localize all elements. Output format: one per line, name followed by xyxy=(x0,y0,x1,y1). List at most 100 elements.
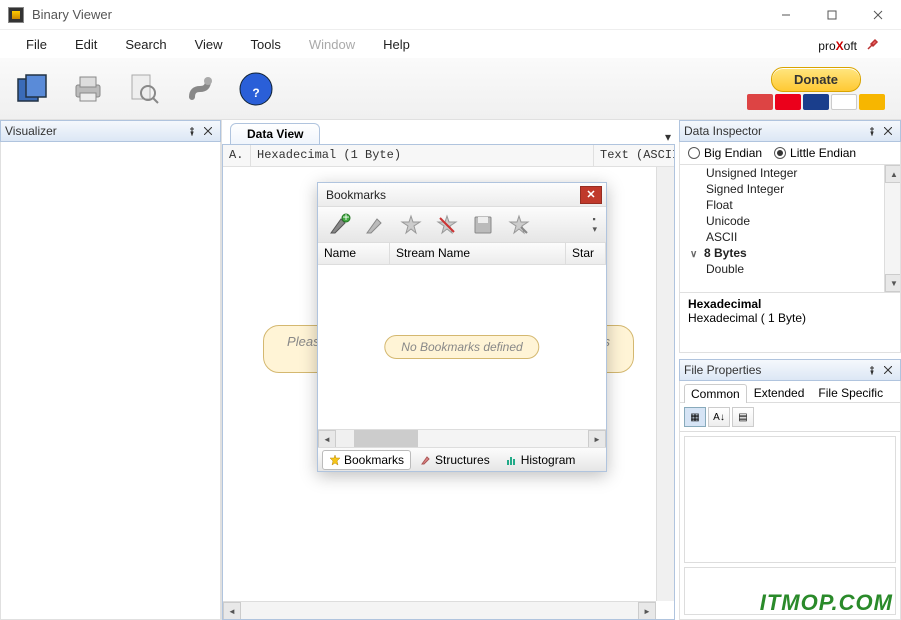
tab-extended[interactable]: Extended xyxy=(747,383,812,402)
col-text[interactable]: Text (ASCII xyxy=(594,145,674,166)
col-star[interactable]: Star xyxy=(566,243,606,264)
menu-file[interactable]: File xyxy=(12,33,61,56)
col-address[interactable]: A. xyxy=(223,145,251,166)
bookmarks-list[interactable]: No Bookmarks defined xyxy=(318,265,606,429)
pin-icon[interactable] xyxy=(184,123,200,139)
toolbar-right: Donate xyxy=(747,67,893,110)
bookmarks-toolbar: + ▪▾ xyxy=(318,207,606,243)
properties-button[interactable]: ▤ xyxy=(732,407,754,427)
goto-bookmark-button[interactable] xyxy=(394,210,428,240)
scroll-left-icon[interactable]: ◄ xyxy=(223,602,241,620)
menu-help[interactable]: Help xyxy=(369,33,424,56)
list-item[interactable]: Signed Integer xyxy=(680,181,900,197)
bookmarks-panel[interactable]: Bookmarks ✕ + ▪▾ Name Stream Name Star N… xyxy=(317,182,607,472)
bookmarks-bottom-tabs: Bookmarks Structures Histogram xyxy=(318,447,606,471)
titlebar: Binary Viewer xyxy=(0,0,901,30)
settings-button[interactable] xyxy=(176,65,224,113)
menu-window[interactable]: Window xyxy=(295,33,369,56)
card-icon xyxy=(859,94,885,110)
close-panel-icon[interactable] xyxy=(880,123,896,139)
scroll-right-icon[interactable]: ► xyxy=(588,430,606,448)
menu-view[interactable]: View xyxy=(181,33,237,56)
menu-edit[interactable]: Edit xyxy=(61,33,111,56)
inspector-list[interactable]: Unsigned Integer Signed Integer Float Un… xyxy=(679,165,901,293)
close-panel-icon[interactable] xyxy=(200,123,216,139)
list-item[interactable]: Unicode xyxy=(680,213,900,229)
col-stream-name[interactable]: Stream Name xyxy=(390,243,566,264)
inspector-title: Data Inspector xyxy=(684,124,864,138)
scroll-thumb[interactable] xyxy=(354,430,418,447)
sort-button[interactable]: A↓ xyxy=(708,407,730,427)
list-item[interactable]: ASCII xyxy=(680,229,900,245)
pin-icon[interactable] xyxy=(864,362,880,378)
add-bookmark-button[interactable]: + xyxy=(322,210,356,240)
tab-file-specific[interactable]: File Specific xyxy=(811,383,890,402)
payment-cards xyxy=(747,94,885,110)
menu-search[interactable]: Search xyxy=(111,33,180,56)
col-name[interactable]: Name xyxy=(318,243,390,264)
minimize-button[interactable] xyxy=(763,0,809,30)
bookmarks-empty-message: No Bookmarks defined xyxy=(384,335,539,359)
scroll-right-icon[interactable]: ► xyxy=(638,602,656,620)
svg-text:+: + xyxy=(342,213,349,224)
categorize-button[interactable]: ▦ xyxy=(684,407,706,427)
star-icon xyxy=(329,454,341,466)
list-item[interactable]: Float xyxy=(680,197,900,213)
pin-icon[interactable] xyxy=(864,123,880,139)
bookmarks-options-icon[interactable]: ▪▾ xyxy=(592,214,602,235)
visualizer-title: Visualizer xyxy=(5,124,184,138)
card-icon xyxy=(775,94,801,110)
menu-tools[interactable]: Tools xyxy=(237,33,295,56)
tab-common[interactable]: Common xyxy=(684,384,747,403)
find-button[interactable] xyxy=(120,65,168,113)
svg-text:?: ? xyxy=(252,86,259,100)
close-button[interactable] xyxy=(855,0,901,30)
scroll-track[interactable] xyxy=(418,430,588,447)
right-panels: Data Inspector Big Endian Little Endian … xyxy=(679,120,901,620)
open-file-button[interactable] xyxy=(8,65,56,113)
watermark: ITMOP.COM xyxy=(760,590,893,616)
maximize-button[interactable] xyxy=(809,0,855,30)
vertical-scrollbar[interactable] xyxy=(656,167,674,601)
horizontal-scrollbar[interactable]: ◄ ► xyxy=(223,601,656,619)
horizontal-scrollbar[interactable]: ◄ ► xyxy=(318,429,606,447)
toolbar: ? Donate xyxy=(0,58,901,120)
col-hex[interactable]: Hexadecimal (1 Byte) xyxy=(251,145,594,166)
delete-bookmark-button[interactable] xyxy=(430,210,464,240)
vertical-scrollbar[interactable]: ▲ ▼ xyxy=(884,165,900,292)
radio-big-endian[interactable]: Big Endian xyxy=(688,146,762,160)
card-icon xyxy=(831,94,857,110)
radio-little-endian[interactable]: Little Endian xyxy=(774,146,856,160)
dataview-dropdown-icon[interactable]: ▾ xyxy=(657,130,679,144)
scroll-track[interactable] xyxy=(885,183,900,274)
tab-structures[interactable]: Structures xyxy=(413,450,497,470)
tab-bookmarks[interactable]: Bookmarks xyxy=(322,450,411,470)
bookmarks-close-button[interactable]: ✕ xyxy=(580,186,602,204)
tab-histogram[interactable]: Histogram xyxy=(499,450,583,470)
fileprops-body: Common Extended File Specific ▦ A↓ ▤ xyxy=(679,381,901,620)
star-bookmark-button[interactable] xyxy=(502,210,536,240)
tab-dataview[interactable]: Data View xyxy=(230,123,320,144)
print-button[interactable] xyxy=(64,65,112,113)
hex-readout: Hexadecimal Hexadecimal ( 1 Byte) xyxy=(679,293,901,353)
list-group[interactable]: 8 Bytes xyxy=(680,245,900,261)
save-bookmarks-button[interactable] xyxy=(466,210,500,240)
close-panel-icon[interactable] xyxy=(880,362,896,378)
hex-header: Hexadecimal xyxy=(688,297,892,311)
bookmarks-titlebar[interactable]: Bookmarks ✕ xyxy=(318,183,606,207)
list-item[interactable]: Double xyxy=(680,261,900,277)
scroll-down-icon[interactable]: ▼ xyxy=(885,274,901,292)
help-button[interactable]: ? xyxy=(232,65,280,113)
scroll-left-icon[interactable]: ◄ xyxy=(318,430,336,448)
dataview-columns: A. Hexadecimal (1 Byte) Text (ASCII xyxy=(223,145,674,167)
window-buttons xyxy=(763,0,901,30)
fileprops-list[interactable] xyxy=(684,436,896,563)
bookmarks-title: Bookmarks xyxy=(326,188,580,202)
brand-text: proXoft xyxy=(818,34,857,55)
edit-bookmark-button[interactable] xyxy=(358,210,392,240)
list-item[interactable]: Unsigned Integer xyxy=(680,165,900,181)
scroll-up-icon[interactable]: ▲ xyxy=(885,165,901,183)
menubar: File Edit Search View Tools Window Help … xyxy=(0,30,901,58)
donate-button[interactable]: Donate xyxy=(771,67,861,92)
scroll-track[interactable] xyxy=(241,602,638,619)
